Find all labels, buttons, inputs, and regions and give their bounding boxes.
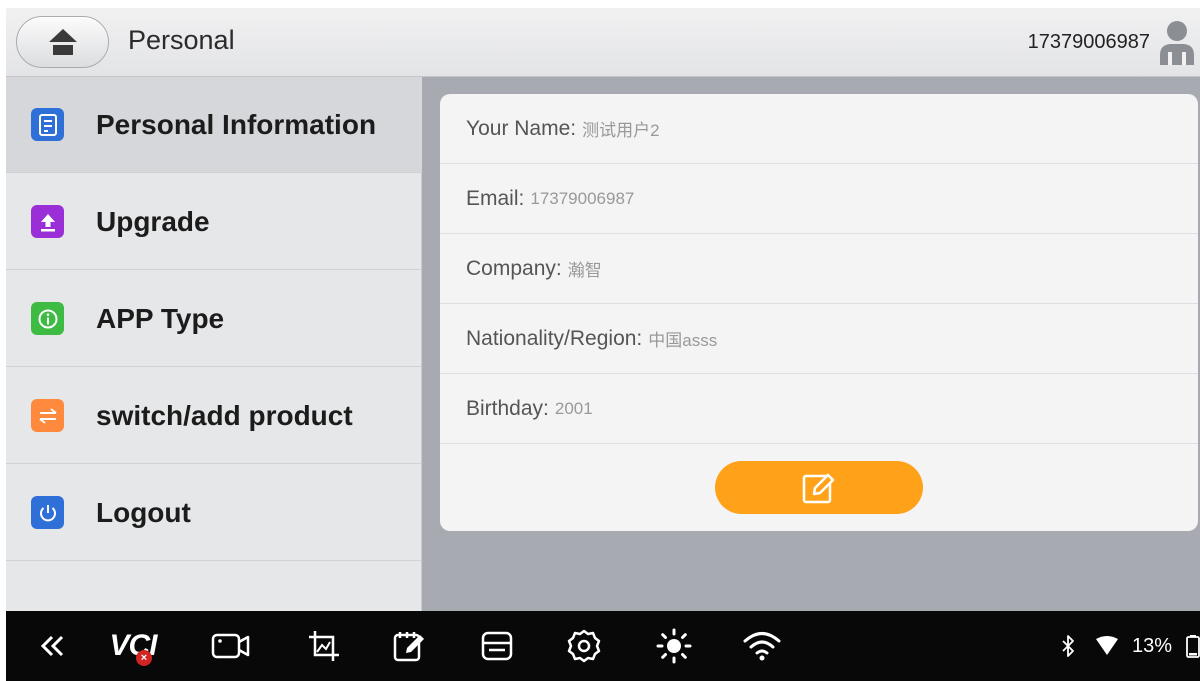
field-email: Email: 17379006987 [440, 164, 1198, 234]
profile-card: Your Name: 测试用户2 Email: 17379006987 Comp… [440, 94, 1198, 531]
field-label: Nationality/Region: [466, 326, 643, 350]
sidebar-item-label: Personal Information [96, 108, 377, 140]
field-label: Birthday: [466, 396, 549, 420]
sidebar-item-personal-information[interactable]: Personal Information [6, 77, 422, 173]
signal-icon [1094, 628, 1120, 664]
field-value: 中国asss [648, 331, 718, 350]
document-icon [31, 108, 64, 141]
wifi-icon[interactable] [740, 628, 784, 664]
storage-icon[interactable] [478, 628, 516, 664]
system-navigation-bar: VCI × 13% [6, 611, 1200, 681]
field-value: 测试用户2 [582, 121, 660, 140]
home-button[interactable] [16, 16, 109, 68]
upload-icon [31, 205, 64, 238]
field-value: 瀚智 [567, 261, 602, 280]
sidebar-item-label: APP Type [96, 302, 225, 334]
header-bar: Personal 17379006987 [6, 8, 1200, 77]
sidebar-item-label: Upgrade [96, 205, 210, 237]
sidebar-item-label: Logout [96, 496, 191, 528]
field-label: Email: [466, 186, 525, 210]
sidebar-item-switch-add-product[interactable]: switch/add product [6, 368, 422, 464]
battery-percent: 13% [1132, 635, 1173, 657]
edit-button[interactable] [715, 461, 923, 514]
field-nationality-region: Nationality/Region: 中国asss [440, 304, 1198, 374]
info-icon [31, 302, 64, 335]
sidebar-item-logout[interactable]: Logout [6, 465, 422, 561]
video-icon[interactable] [210, 628, 252, 664]
field-label: Your Name: [466, 116, 577, 140]
vci-icon[interactable]: VCI × [100, 628, 166, 666]
field-label: Company: [466, 256, 562, 280]
home-icon [48, 29, 77, 55]
settings-icon[interactable] [564, 628, 604, 664]
vci-status-badge: × [136, 650, 152, 666]
field-value: 17379006987 [530, 188, 635, 208]
edit-icon [802, 473, 835, 503]
sidebar-item-label: switch/add product [96, 399, 353, 431]
back-icon[interactable] [36, 628, 70, 664]
page-title: Personal [128, 25, 235, 55]
sidebar-item-app-type[interactable]: APP Type [6, 271, 422, 367]
account-id: 17379006987 [1027, 31, 1150, 53]
sidebar-item-upgrade[interactable]: Upgrade [6, 174, 422, 270]
power-icon [31, 496, 64, 529]
bluetooth-icon [1058, 628, 1078, 664]
user-avatar-icon[interactable] [1158, 19, 1196, 65]
brightness-icon[interactable] [654, 628, 694, 664]
switch-icon [31, 399, 64, 432]
app-screen: Personal 17379006987 Personal Informatio… [6, 8, 1200, 681]
field-value: 2001 [554, 398, 593, 418]
field-your-name: Your Name: 测试用户2 [440, 94, 1198, 164]
notes-icon[interactable] [390, 628, 430, 664]
sidebar: Personal Information Upgrade APP Type sw… [6, 77, 422, 611]
battery-icon [1186, 628, 1200, 664]
field-company: Company: 瀚智 [440, 234, 1198, 304]
field-birthday: Birthday: 2001 [440, 374, 1198, 444]
screenshot-icon[interactable] [306, 628, 342, 664]
